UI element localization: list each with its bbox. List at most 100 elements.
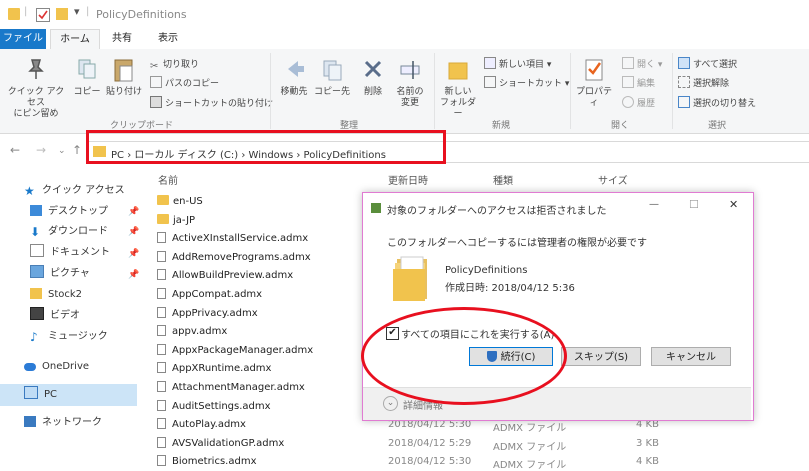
close-button[interactable]: ✕ bbox=[729, 198, 738, 211]
more-details-link[interactable]: 詳細情報 bbox=[403, 397, 443, 412]
delete-button[interactable]: 削除 bbox=[356, 57, 390, 98]
recent-locations-chevron-icon[interactable]: ⌄ bbox=[58, 146, 66, 156]
file-row[interactable]: AppCompat.admx bbox=[157, 286, 262, 304]
file-row[interactable]: en-US bbox=[157, 193, 203, 211]
invert-selection-button[interactable]: 選択の切り替え bbox=[678, 96, 756, 109]
sidebar-item-videos[interactable]: ビデオ bbox=[30, 307, 80, 325]
file-type: ADMX ファイル bbox=[493, 423, 567, 434]
separator: | bbox=[86, 6, 90, 17]
edit-button[interactable]: 編集 bbox=[622, 76, 655, 89]
customize-quick-access-icon[interactable]: ▾ bbox=[74, 5, 80, 18]
new-item-icon bbox=[484, 57, 496, 69]
file-name: AppxPackageManager.admx bbox=[172, 345, 314, 356]
file-name: AppCompat.admx bbox=[172, 289, 263, 300]
back-arrow-icon[interactable]: ← bbox=[10, 143, 20, 157]
minimize-button[interactable]: — bbox=[649, 199, 659, 210]
file-name: AppXRuntime.admx bbox=[172, 363, 272, 374]
delete-icon bbox=[364, 60, 382, 78]
file-name: appv.admx bbox=[172, 326, 228, 337]
forward-arrow-icon[interactable]: → bbox=[36, 143, 46, 157]
file-name: Biometrics.admx bbox=[172, 456, 257, 467]
properties-quick-icon[interactable] bbox=[36, 8, 50, 22]
sidebar-item-music[interactable]: ♪ ミュージック bbox=[30, 328, 108, 346]
file-icon bbox=[157, 418, 166, 429]
sidebar-item-desktop[interactable]: デスクトップ bbox=[30, 203, 108, 221]
file-row[interactable]: AllowBuildPreview.admx bbox=[157, 267, 293, 285]
sidebar-item-pictures[interactable]: ピクチャ bbox=[30, 265, 90, 283]
file-row[interactable]: AppPrivacy.admx bbox=[157, 305, 258, 323]
invert-selection-icon bbox=[678, 96, 690, 108]
file-icon bbox=[157, 251, 166, 262]
pictures-icon bbox=[30, 265, 44, 278]
new-folder-button[interactable]: 新しい フォルダー bbox=[436, 57, 480, 120]
select-all-button[interactable]: すべて選択 bbox=[678, 57, 737, 70]
sidebar-selection-highlight bbox=[0, 384, 137, 406]
history-icon bbox=[622, 96, 634, 108]
move-to-button[interactable]: 移動先 bbox=[276, 57, 312, 98]
paste-button[interactable]: 貼り付け bbox=[104, 57, 144, 98]
tab-home[interactable]: ホーム bbox=[50, 29, 100, 51]
file-row[interactable]: AttachmentManager.admx bbox=[157, 379, 305, 397]
column-header-size[interactable]: サイズ bbox=[598, 172, 628, 187]
sidebar-item-documents[interactable]: ドキュメント bbox=[30, 244, 110, 262]
shortcut-button[interactable]: ショートカット ▾ bbox=[484, 76, 569, 89]
properties-button[interactable]: プロパティ bbox=[572, 57, 616, 109]
file-row[interactable]: AVSValidationGP.admx bbox=[157, 435, 284, 453]
file-row[interactable]: AppxPackageManager.admx bbox=[157, 342, 313, 360]
sidebar-item-network[interactable]: ネットワーク bbox=[24, 414, 102, 432]
open-button[interactable]: 開く ▾ bbox=[622, 57, 662, 70]
group-divider bbox=[434, 53, 435, 129]
copy-path-button[interactable]: パスのコピー bbox=[150, 76, 219, 89]
history-button[interactable]: 履歴 bbox=[622, 96, 655, 109]
file-row[interactable]: appv.admx bbox=[157, 323, 227, 341]
skip-button[interactable]: スキップ(S) bbox=[561, 347, 641, 366]
column-header-type[interactable]: 種類 bbox=[493, 172, 513, 187]
cloud-icon bbox=[24, 363, 36, 371]
sidebar-item-quick-access[interactable]: ★ クイック アクセス bbox=[24, 182, 125, 200]
documents-icon bbox=[30, 244, 44, 257]
file-name: ActiveXInstallService.admx bbox=[172, 233, 309, 244]
file-icon bbox=[157, 362, 166, 373]
pin-to-quick-access-button[interactable]: クイック アクセス にピン留め bbox=[4, 57, 68, 120]
file-row[interactable]: AuditSettings.admx bbox=[157, 398, 271, 416]
file-row[interactable]: AutoPlay.admx bbox=[157, 416, 246, 434]
new-folder-quick-icon[interactable] bbox=[56, 8, 68, 20]
copy-button[interactable]: コピー bbox=[72, 57, 102, 98]
title-bar: | ▾ | PolicyDefinitions bbox=[0, 0, 809, 29]
file-name: AllowBuildPreview.admx bbox=[172, 270, 294, 281]
sidebar-item-stock2[interactable]: Stock2 bbox=[30, 286, 82, 304]
chevron-down-icon[interactable]: ⌄ bbox=[383, 396, 398, 411]
file-row[interactable]: ja-JP bbox=[157, 212, 195, 230]
file-date: 2018/04/12 5:30 bbox=[388, 456, 472, 467]
file-row[interactable]: Biometrics.admx bbox=[157, 453, 256, 471]
tab-share[interactable]: 共有 bbox=[104, 29, 140, 49]
cut-button[interactable]: ✂ 切り取り bbox=[150, 57, 199, 72]
sidebar-item-onedrive[interactable]: OneDrive bbox=[24, 358, 89, 376]
apply-to-all-checkbox[interactable]: ✔ bbox=[386, 327, 399, 340]
file-icon bbox=[157, 307, 166, 318]
file-row[interactable]: AddRemovePrograms.admx bbox=[157, 249, 311, 267]
select-none-icon bbox=[678, 76, 690, 88]
cancel-button[interactable]: キャンセル bbox=[651, 347, 731, 366]
tab-file[interactable]: ファイル bbox=[0, 29, 46, 49]
column-header-name[interactable]: 名前 bbox=[158, 172, 178, 187]
apply-to-all-label: すべての項目にこれを実行する(A) bbox=[401, 330, 555, 341]
annotation-highlight-box bbox=[86, 130, 446, 164]
maximize-button[interactable]: ☐ bbox=[689, 198, 699, 211]
pin-icon: 📌 bbox=[128, 227, 140, 237]
open-icon bbox=[622, 57, 634, 69]
rename-button[interactable]: 名前の 変更 bbox=[392, 57, 428, 109]
tab-view[interactable]: 表示 bbox=[148, 29, 188, 49]
paste-shortcut-button[interactable]: ショートカットの貼り付け bbox=[150, 96, 273, 109]
select-none-button[interactable]: 選択解除 bbox=[678, 76, 729, 89]
new-item-button[interactable]: 新しい項目 ▾ bbox=[484, 57, 551, 70]
up-arrow-icon[interactable]: ↑ bbox=[72, 143, 82, 157]
sidebar-item-downloads[interactable]: ⬇ ダウンロード bbox=[30, 223, 108, 241]
file-row[interactable]: ActiveXInstallService.admx bbox=[157, 230, 308, 248]
column-header-date[interactable]: 更新日時 bbox=[388, 172, 428, 187]
sidebar-item-pc[interactable]: PC bbox=[24, 386, 57, 404]
file-name: AuditSettings.admx bbox=[172, 401, 271, 412]
copy-to-button[interactable]: コピー先 bbox=[314, 57, 350, 98]
continue-button[interactable]: 続行(C) bbox=[469, 347, 553, 366]
file-row[interactable]: AppXRuntime.admx bbox=[157, 360, 271, 378]
